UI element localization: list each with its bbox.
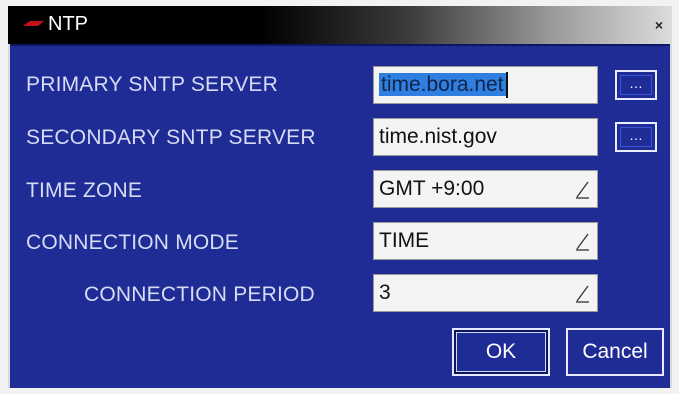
ntp-dialog: NTP × PRIMARY SNTP SERVER time.bora.net … [8, 6, 672, 388]
secondary-sntp-value: time.nist.gov [379, 125, 497, 148]
primary-sntp-label: PRIMARY SNTP SERVER [26, 73, 278, 96]
connection-period-select[interactable]: 3 [373, 274, 598, 312]
logo-icon [24, 21, 44, 26]
ellipsis-icon: … [620, 75, 652, 95]
cancel-button[interactable]: Cancel [566, 328, 664, 376]
time-zone-value: GMT +9:00 [379, 177, 485, 200]
text-caret [505, 72, 508, 99]
dropdown-icon [576, 233, 589, 251]
settings-panel: PRIMARY SNTP SERVER time.bora.net … SECO… [10, 44, 670, 388]
window-title: NTP [48, 13, 88, 35]
dropdown-icon [576, 181, 589, 199]
primary-sntp-value: time.bora.net [379, 73, 506, 96]
ok-button[interactable]: OK [452, 328, 550, 376]
secondary-sntp-browse-button[interactable]: … [615, 122, 657, 152]
connection-period-label: CONNECTION PERIOD [84, 283, 315, 306]
dropdown-icon [576, 285, 589, 303]
time-zone-select[interactable]: GMT +9:00 [373, 170, 598, 208]
connection-period-value: 3 [379, 281, 391, 304]
secondary-sntp-label: SECONDARY SNTP SERVER [26, 126, 316, 149]
primary-sntp-browse-button[interactable]: … [615, 70, 657, 100]
secondary-sntp-field[interactable]: time.nist.gov [373, 118, 598, 156]
close-icon[interactable]: × [650, 16, 668, 34]
ellipsis-icon: … [620, 127, 652, 147]
connection-mode-select[interactable]: TIME [373, 222, 598, 260]
connection-mode-label: CONNECTION MODE [26, 231, 239, 254]
primary-sntp-field[interactable]: time.bora.net [373, 66, 598, 104]
title-bar[interactable]: NTP × [8, 6, 672, 44]
connection-mode-value: TIME [379, 229, 430, 252]
time-zone-label: TIME ZONE [26, 179, 143, 202]
